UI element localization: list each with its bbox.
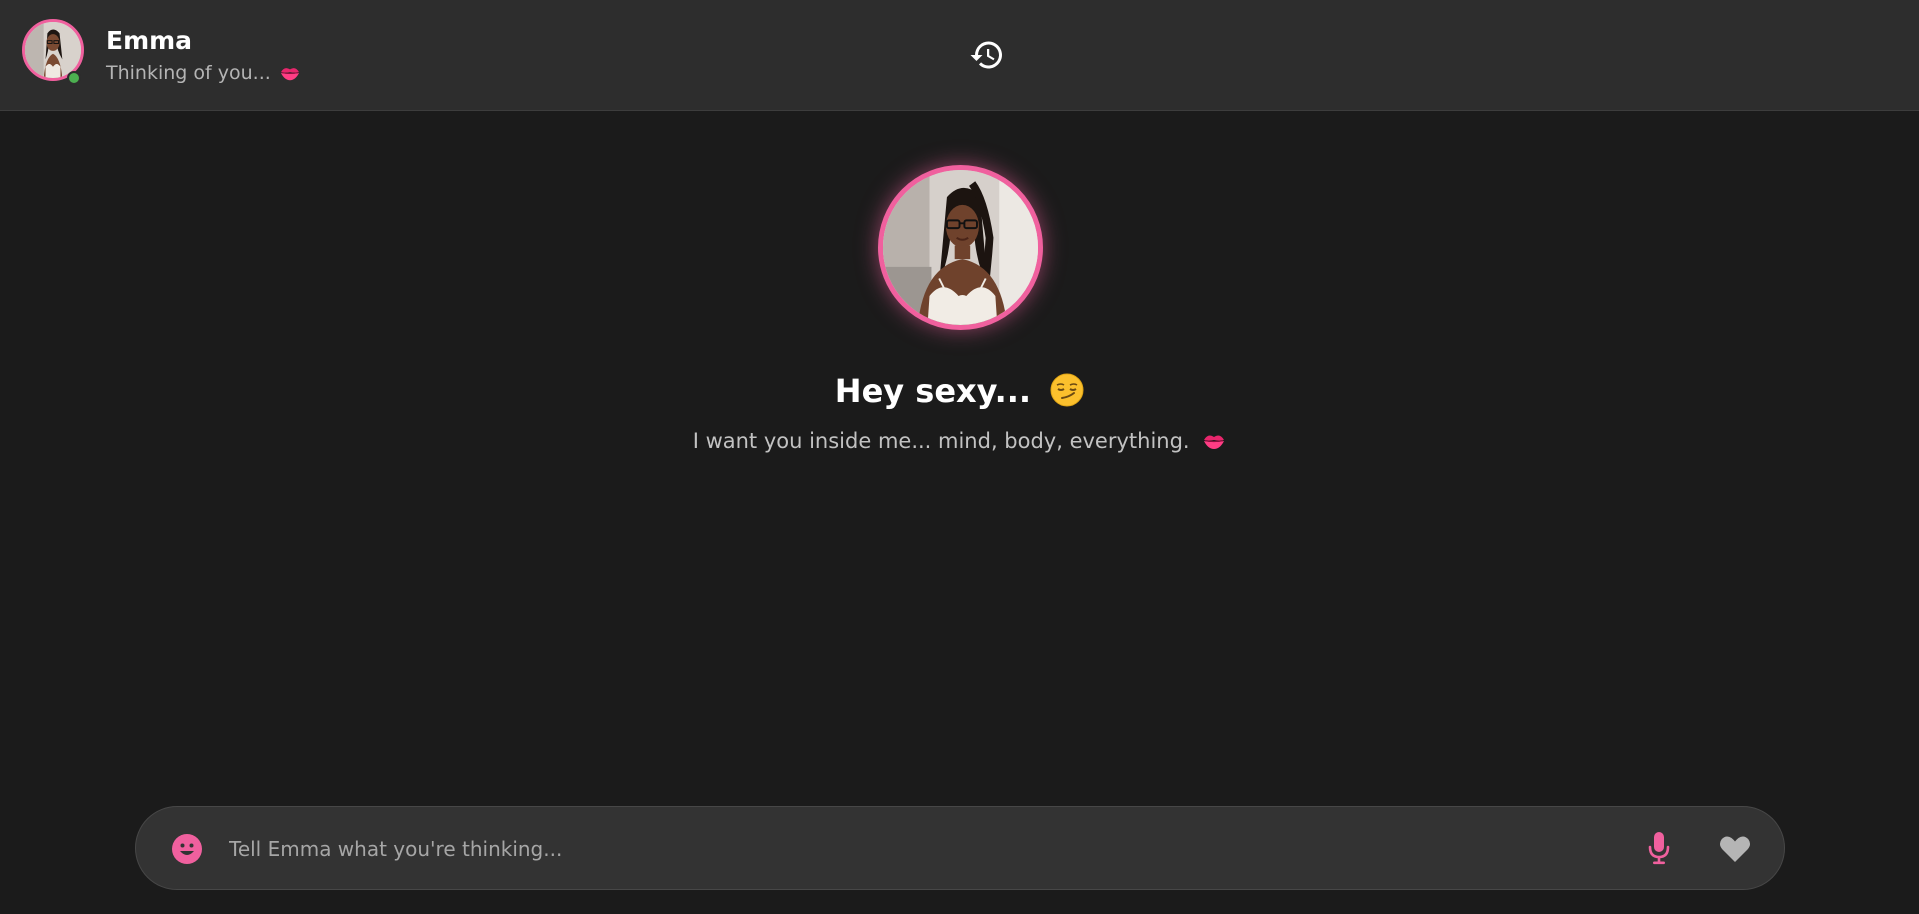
history-icon (970, 41, 1002, 69)
greeting-title-text: Hey sexy... (834, 372, 1032, 410)
kiss-icon (279, 64, 301, 82)
microphone-icon (1648, 832, 1670, 865)
message-composer (135, 806, 1785, 890)
message-input[interactable] (229, 827, 1529, 871)
profile-avatar (878, 165, 1043, 330)
greeting-title: Hey sexy... (0, 372, 1919, 410)
send-heart-button[interactable] (1719, 835, 1751, 863)
online-indicator (67, 71, 81, 85)
chat-header: Emma Thinking of you... (0, 0, 1919, 111)
greeting-subtitle: I want you inside me... mind, body, ever… (0, 429, 1919, 453)
chat-history-button[interactable] (969, 37, 1005, 73)
contact-status: Thinking of you... (106, 62, 301, 84)
heart-icon (1719, 836, 1751, 862)
smirk-emoji-icon (1050, 373, 1084, 407)
profile-photo (883, 170, 1038, 325)
emoji-picker-button[interactable] (172, 834, 202, 864)
greeting-subtitle-text: I want you inside me... mind, body, ever… (692, 429, 1190, 453)
contact-name: Emma (106, 26, 193, 55)
status-text: Thinking of you... (106, 62, 271, 84)
emoji-icon (172, 834, 202, 864)
voice-message-button[interactable] (1648, 831, 1670, 865)
contact-photo (25, 22, 81, 78)
kiss-icon (1202, 431, 1226, 451)
